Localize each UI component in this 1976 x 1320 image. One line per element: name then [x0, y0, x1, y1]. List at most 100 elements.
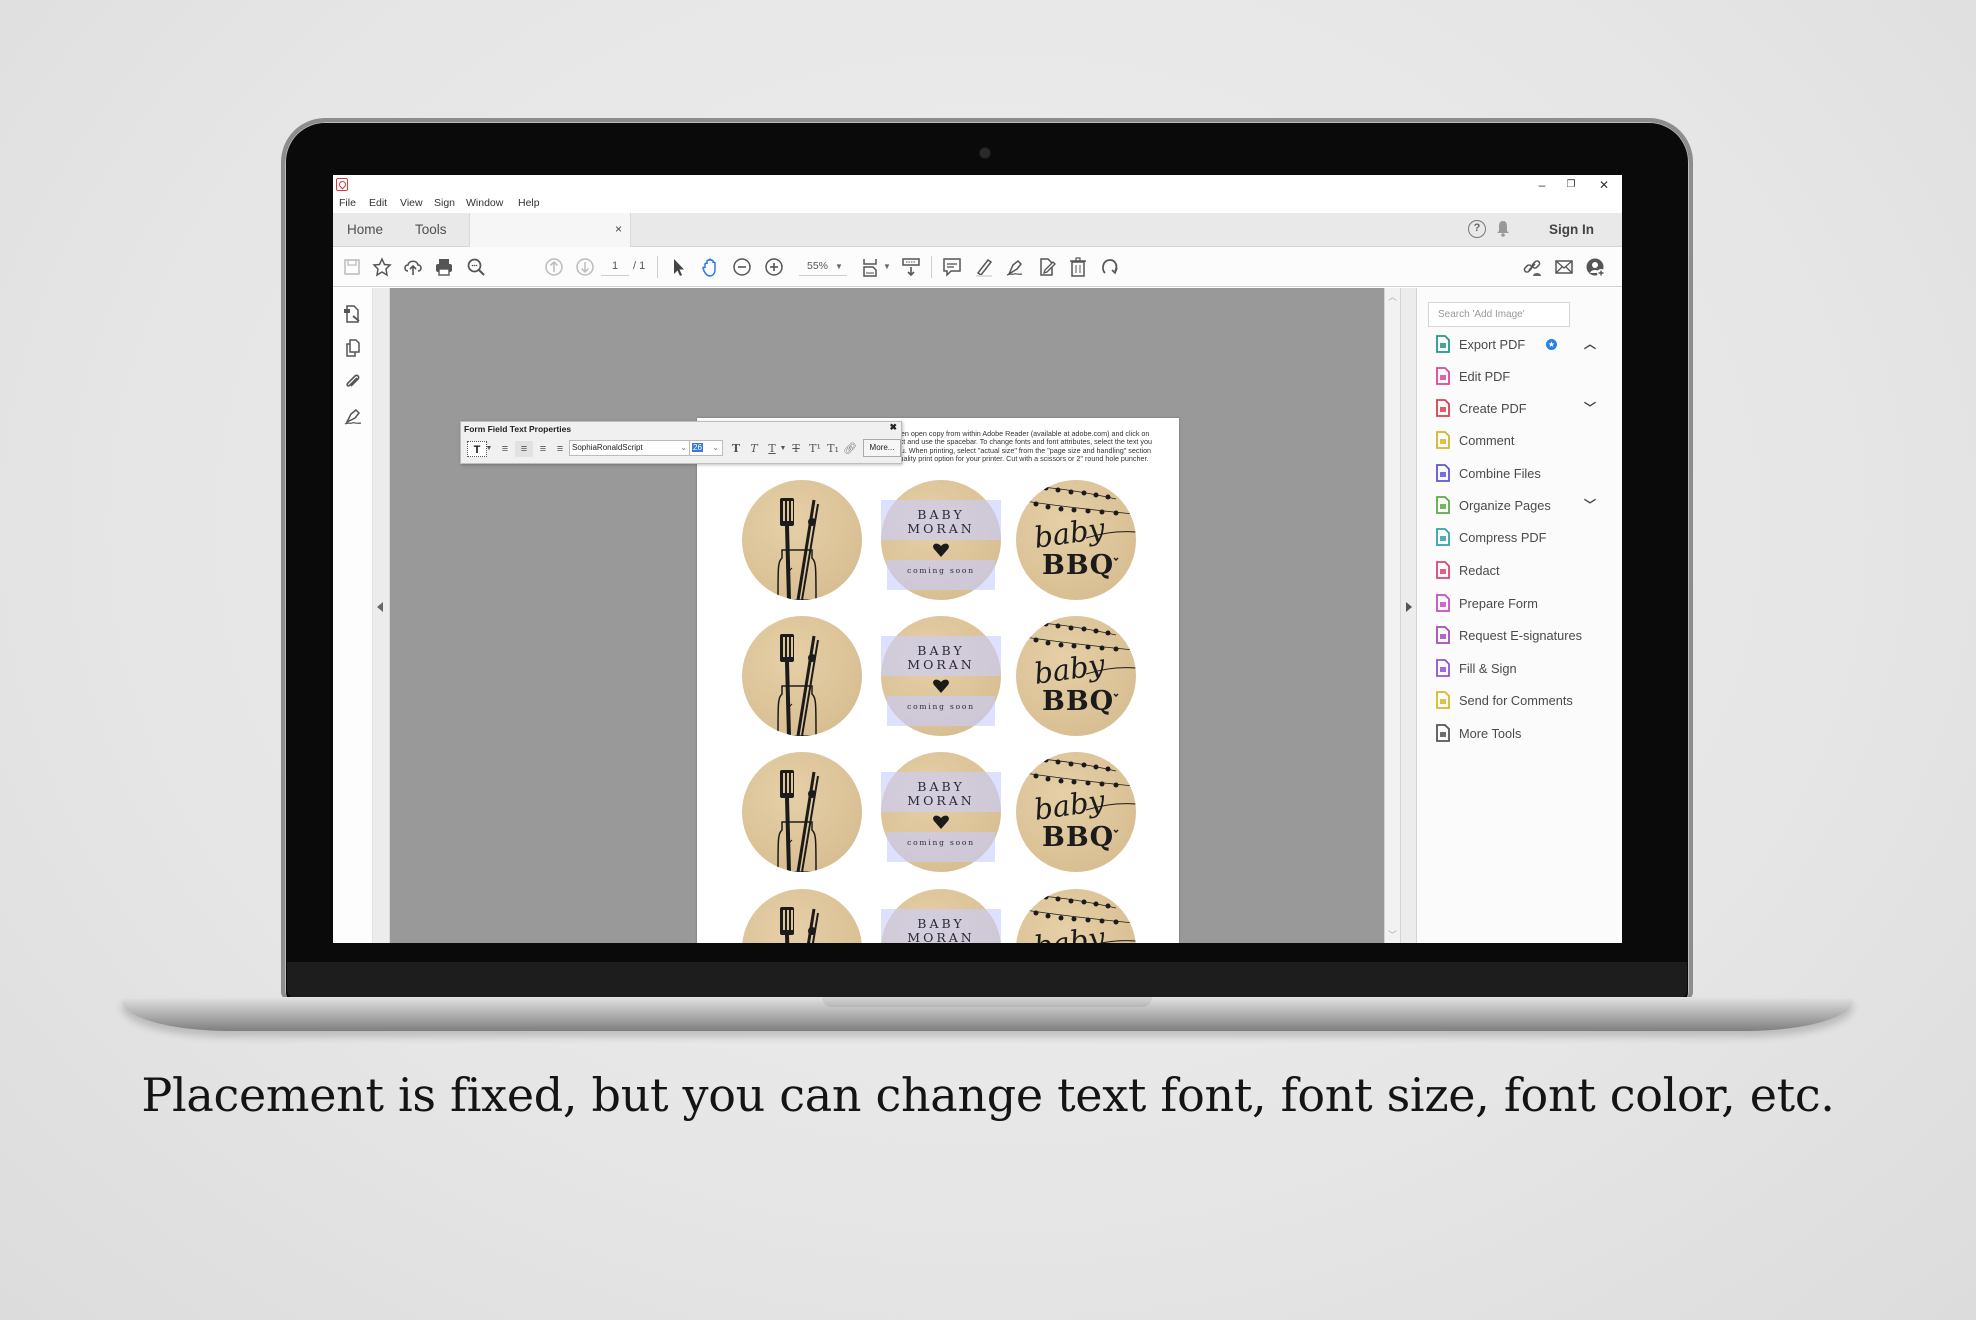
- tool-prepare-form[interactable]: Prepare Form: [1434, 592, 1614, 616]
- chevron-down-icon[interactable]: ▼: [883, 262, 891, 271]
- menu-view[interactable]: View: [400, 197, 423, 209]
- zoom-level-select[interactable]: 55% ▼: [799, 256, 847, 276]
- document-viewport[interactable]: IMPORTANT: Download this file to your de…: [390, 288, 1384, 943]
- left-nav-rail: [333, 288, 373, 943]
- tool-export-pdf[interactable]: Export PDF ★ ︿: [1434, 333, 1614, 357]
- scroll-down-icon[interactable]: ﹀: [1388, 928, 1397, 941]
- left-panel-toggle[interactable]: [373, 288, 390, 943]
- rotate-icon[interactable]: [1099, 256, 1121, 278]
- pdf-page[interactable]: IMPORTANT: Download this file to your de…: [697, 418, 1179, 943]
- close-tab-icon[interactable]: ×: [615, 222, 622, 236]
- highlight-icon[interactable]: [973, 256, 995, 278]
- tool-request-e-signatures[interactable]: Request E-signatures: [1434, 624, 1614, 648]
- signature-icon[interactable]: [343, 406, 363, 426]
- chevron-down-icon[interactable]: ﹀: [1584, 399, 1596, 416]
- subtitle-form-field[interactable]: [887, 696, 995, 726]
- chevron-down-icon[interactable]: ﹀: [1584, 496, 1596, 513]
- font-family-select[interactable]: SophiaRonaldScript ⌄: [569, 440, 691, 456]
- chevron-down-icon[interactable]: ▼: [485, 441, 493, 457]
- scroll-up-icon[interactable]: ︿: [1388, 290, 1397, 303]
- more-tools-icon: [1436, 724, 1450, 742]
- link-icon[interactable]: 🔗︎: [843, 441, 857, 457]
- tool-organize-pages[interactable]: Organize Pages ﹀: [1434, 494, 1614, 518]
- delete-icon[interactable]: [1067, 256, 1089, 278]
- tool-more-tools[interactable]: More Tools: [1434, 722, 1614, 746]
- attachment-icon[interactable]: [343, 372, 363, 392]
- save-icon[interactable]: [341, 256, 363, 278]
- share-link-icon[interactable]: [1521, 256, 1543, 278]
- menu-sign[interactable]: Sign: [434, 197, 455, 209]
- tool-create-pdf[interactable]: Create PDF ﹀: [1434, 397, 1614, 421]
- menu-edit[interactable]: Edit: [369, 197, 387, 209]
- chevron-up-icon[interactable]: ︿: [1584, 335, 1596, 352]
- tool-label: Fill & Sign: [1459, 661, 1517, 676]
- find-icon[interactable]: [465, 256, 487, 278]
- email-icon[interactable]: [1553, 256, 1575, 278]
- scroll-mode-icon[interactable]: [900, 256, 922, 278]
- menu-window[interactable]: Window: [466, 197, 503, 209]
- tab-document[interactable]: ×: [469, 213, 631, 248]
- zoom-in-icon[interactable]: [763, 256, 785, 278]
- menu-bar: File Edit View Sign Window Help: [333, 195, 1622, 213]
- tool-combine-files[interactable]: Combine Files: [1434, 462, 1614, 486]
- sticker-utensils: [742, 889, 862, 943]
- pages-copy-icon[interactable]: [343, 338, 363, 358]
- tab-strip: Home Tools × ? Sign In: [333, 213, 1622, 248]
- page-thumbnails-icon[interactable]: [343, 304, 363, 324]
- comment-icon[interactable]: [941, 256, 963, 278]
- text-color-button[interactable]: T: [467, 441, 487, 457]
- subtitle-form-field[interactable]: [887, 832, 995, 862]
- italic-icon[interactable]: T: [747, 441, 761, 457]
- help-icon[interactable]: ?: [1468, 220, 1486, 238]
- font-size-select[interactable]: 26 ⌄: [689, 440, 723, 456]
- tool-redact[interactable]: Redact: [1434, 559, 1614, 583]
- prev-page-icon[interactable]: [543, 256, 565, 278]
- align-right-icon[interactable]: ≡: [535, 441, 551, 457]
- close-properties-icon[interactable]: ✖: [889, 422, 897, 433]
- print-icon[interactable]: [433, 256, 455, 278]
- zoom-out-icon[interactable]: [731, 256, 753, 278]
- bookmark-star-icon[interactable]: [371, 256, 393, 278]
- subscript-icon[interactable]: T₁: [825, 441, 841, 457]
- fit-page-icon[interactable]: [860, 256, 882, 278]
- tools-search-input[interactable]: Search 'Add Image': [1428, 302, 1570, 327]
- strikethrough-icon[interactable]: T: [789, 441, 803, 457]
- more-button[interactable]: More...: [863, 439, 901, 457]
- tool-comment[interactable]: Comment: [1434, 429, 1614, 453]
- menu-file[interactable]: File: [339, 197, 356, 209]
- upload-cloud-icon[interactable]: [402, 256, 424, 278]
- tab-home[interactable]: Home: [347, 222, 383, 237]
- hand-icon[interactable]: [699, 256, 721, 278]
- subtitle-form-field[interactable]: [887, 560, 995, 590]
- sticker-baby-name: BABYMORANcoming soon: [881, 889, 1001, 943]
- select-arrow-icon[interactable]: [667, 256, 689, 278]
- next-page-icon[interactable]: [574, 256, 596, 278]
- page-number-input[interactable]: 1: [601, 256, 629, 276]
- tool-fill-sign[interactable]: Fill & Sign: [1434, 657, 1614, 681]
- menu-help[interactable]: Help: [518, 197, 540, 209]
- sign-in-link[interactable]: Sign In: [1549, 222, 1594, 237]
- superscript-icon[interactable]: T¹: [807, 441, 823, 457]
- laptop-chin: [287, 962, 1687, 999]
- share-doc-icon[interactable]: [1036, 256, 1058, 278]
- tool-send-for-comments[interactable]: Send for Comments: [1434, 689, 1614, 713]
- add-user-icon[interactable]: [1584, 256, 1606, 278]
- align-center-icon[interactable]: ≡: [515, 441, 533, 457]
- tool-compress-pdf[interactable]: Compress PDF: [1434, 526, 1614, 550]
- notifications-bell-icon[interactable]: [1496, 220, 1510, 237]
- laptop-notch: [822, 997, 1152, 1007]
- sign-icon[interactable]: [1004, 256, 1026, 278]
- close-window-button[interactable]: ✕: [1587, 175, 1621, 195]
- right-panel-toggle[interactable]: [1400, 288, 1417, 943]
- bold-icon[interactable]: T: [729, 441, 743, 457]
- tab-tools[interactable]: Tools: [415, 222, 447, 237]
- prepare-form-icon: [1436, 594, 1450, 612]
- vertical-scrollbar[interactable]: ︿ ﹀: [1384, 288, 1400, 943]
- justify-icon[interactable]: ≡: [553, 441, 567, 457]
- underline-icon[interactable]: T: [765, 441, 779, 457]
- sticker-baby-bbq: babyBBQ: [1016, 752, 1136, 872]
- restore-button[interactable]: ❐: [1554, 175, 1588, 195]
- align-left-icon[interactable]: ≡: [497, 441, 513, 457]
- chevron-down-icon[interactable]: ▼: [779, 441, 787, 457]
- tool-edit-pdf[interactable]: Edit PDF: [1434, 365, 1614, 389]
